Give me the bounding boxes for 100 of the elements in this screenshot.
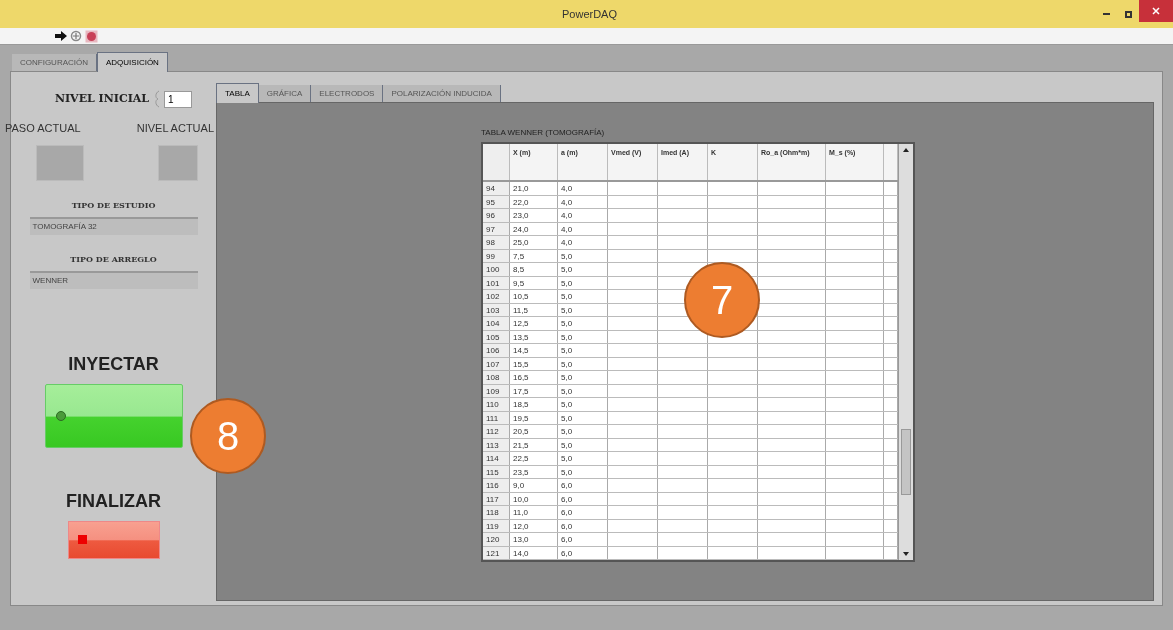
stop-icon[interactable] <box>85 29 98 43</box>
scrollbar[interactable] <box>898 144 913 560</box>
table-cell: 5,0 <box>558 263 608 276</box>
button-label: FINALIZAR <box>66 489 161 513</box>
field-label: NIVEL ACTUAL <box>136 121 214 136</box>
table-cell: 5,0 <box>558 398 608 411</box>
restore-icon <box>1124 10 1132 18</box>
table-cell: 5,0 <box>558 425 608 438</box>
table-cell: 14,5 <box>510 344 558 357</box>
row-header: 102 <box>483 290 510 303</box>
table-cell: 6,0 <box>558 519 608 532</box>
table-cell: 12,0 <box>510 519 558 532</box>
header-cell <box>483 144 510 180</box>
table-cell: 5,0 <box>558 452 608 465</box>
table-cell: 25,0 <box>510 236 558 249</box>
table-cell: 5,0 <box>558 371 608 384</box>
field-label: PASO ACTUAL <box>5 121 81 136</box>
row-header: 118 <box>483 506 510 519</box>
table-cell: 11,5 <box>510 303 558 316</box>
field-label: NIVEL INICIAL <box>54 90 150 107</box>
inject-button[interactable] <box>44 383 183 448</box>
row-header: 94 <box>483 182 510 195</box>
table-cell: 22,5 <box>510 452 558 465</box>
table-cell: 23,0 <box>510 209 558 222</box>
table-cell: 5,0 <box>558 317 608 330</box>
table-cell: 10,0 <box>510 492 558 505</box>
table-cell: 14,0 <box>510 546 558 559</box>
table-cell: 6,0 <box>558 533 608 546</box>
table-cell: 4,0 <box>558 222 608 235</box>
field-label: TIPO DE ESTUDIO <box>71 198 156 211</box>
table-cell: 6,0 <box>558 479 608 492</box>
table-cell: 6,0 <box>558 506 608 519</box>
tab[interactable]: ELECTRODOS <box>311 85 384 102</box>
table-cell: 13,0 <box>510 533 558 546</box>
table-cell: 21,0 <box>510 182 558 195</box>
table-cell: 7,5 <box>510 249 558 262</box>
table-cell: 8,5 <box>510 263 558 276</box>
table-cell: 6,0 <box>558 546 608 559</box>
table-cell: 15,5 <box>510 357 558 370</box>
table-cell: 23,5 <box>510 465 558 478</box>
table-cell: 5,0 <box>558 276 608 289</box>
row-header: 104 <box>483 317 510 330</box>
table-cell: 10,5 <box>510 290 558 303</box>
table-cell: 5,0 <box>558 303 608 316</box>
table-cell: 5,0 <box>558 438 608 451</box>
tab[interactable]: CONFIGURACIÓN <box>12 54 97 71</box>
table-cell: 5,0 <box>558 384 608 397</box>
table-cell: 13,5 <box>510 330 558 343</box>
table-cell: 11,0 <box>510 506 558 519</box>
row-header: 96 <box>483 209 510 222</box>
table-cell: 5,0 <box>558 249 608 262</box>
table-cell: 5,0 <box>558 290 608 303</box>
led-icon <box>55 410 66 421</box>
table-cell: 4,0 <box>558 182 608 195</box>
button-label: INYECTAR <box>68 352 159 376</box>
row-header: 100 <box>483 263 510 276</box>
table-cell: 5,0 <box>558 357 608 370</box>
input-field[interactable]: 1 <box>164 90 193 108</box>
tab[interactable]: GRÁFICA <box>258 85 312 102</box>
row-header: 114 <box>483 452 510 465</box>
indicator <box>36 144 84 181</box>
row-header: 116 <box>483 479 510 492</box>
row-header: 112 <box>483 425 510 438</box>
table-cell: 19,5 <box>510 411 558 424</box>
row-header: 98 <box>483 236 510 249</box>
table-cell: 5,0 <box>558 465 608 478</box>
table-cell: 24,0 <box>510 222 558 235</box>
table-cell: 5,0 <box>558 344 608 357</box>
table-cell: 9,0 <box>510 479 558 492</box>
tab[interactable]: ADQUISICIÓN <box>97 52 168 72</box>
field-label: TIPO DE ARREGLO <box>70 252 157 265</box>
row-header: 120 <box>483 533 510 546</box>
table-cell: 5,0 <box>558 330 608 343</box>
table-cell: 4,0 <box>558 195 608 208</box>
table-cell: 20,5 <box>510 425 558 438</box>
led-icon <box>77 535 87 544</box>
scrollbar-thumb[interactable] <box>901 429 911 495</box>
table-cell: 6,0 <box>558 492 608 505</box>
indicator <box>158 144 198 181</box>
row-header: 108 <box>483 371 510 384</box>
table-title: TABLA WENNER (TOMOGRAFÍA) <box>481 127 605 139</box>
table-cell: 9,5 <box>510 276 558 289</box>
table-cell: 17,5 <box>510 384 558 397</box>
table-cell: 18,5 <box>510 398 558 411</box>
row-header: 106 <box>483 344 510 357</box>
table-cell: 22,0 <box>510 195 558 208</box>
table-cell: 4,0 <box>558 236 608 249</box>
row-header: 110 <box>483 398 510 411</box>
table-cell: 16,5 <box>510 371 558 384</box>
stop-button[interactable] <box>67 520 160 559</box>
minimize-icon <box>1102 13 1110 15</box>
close-icon <box>1152 7 1160 15</box>
window-title: PowerDAQ <box>562 6 618 22</box>
table-cell: 4,0 <box>558 209 608 222</box>
tab[interactable]: TABLA <box>216 83 259 103</box>
tab[interactable]: POLARIZACIÓN INDUCIDA <box>383 85 501 102</box>
run-arrow-icon[interactable] <box>55 31 67 41</box>
table-cell: 5,0 <box>558 411 608 424</box>
table-cell: 12,5 <box>510 317 558 330</box>
table-cell: 21,5 <box>510 438 558 451</box>
